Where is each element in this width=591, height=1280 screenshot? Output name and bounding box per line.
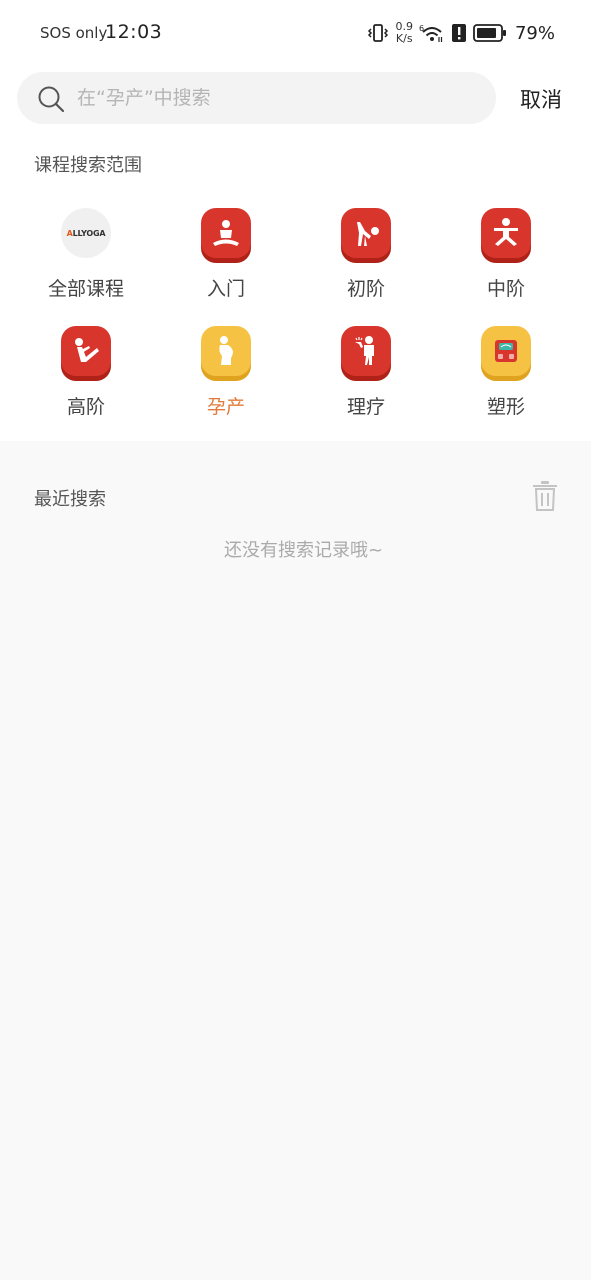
scope-title: 课程搜索范围 <box>34 155 142 176</box>
cancel-button[interactable]: 取消 <box>520 84 562 114</box>
alert-icon <box>451 23 467 43</box>
category-beginner[interactable]: 入门 <box>156 205 296 309</box>
category-therapy[interactable]: 理疗 <box>296 323 436 427</box>
wifi-icon: 6 <box>419 22 445 44</box>
stretch-pose-icon <box>341 208 391 258</box>
empty-history-text: 还没有搜索记录哦~ <box>223 540 384 561</box>
status-bar: SOS only 12:03 0.9 K/s 6 79% <box>0 0 591 66</box>
boat-pose-icon <box>61 326 111 376</box>
category-label: 入门 <box>206 278 245 300</box>
category-shaping[interactable]: 塑形 <box>436 323 576 427</box>
category-label: 理疗 <box>346 396 385 418</box>
category-elementary[interactable]: 初阶 <box>296 205 436 309</box>
clock-time: 12:03 <box>105 21 163 43</box>
category-label: 初阶 <box>346 278 385 300</box>
speed-unit: K/s <box>395 32 413 45</box>
battery-percent: 79% <box>514 22 555 44</box>
trash-icon[interactable] <box>531 480 559 512</box>
category-intermediate[interactable]: 中阶 <box>436 205 576 309</box>
category-grid: A LLYOGA 全部课程 入门 初阶 中阶 高阶 孕产 理疗 塑形 <box>16 205 575 427</box>
category-pregnancy[interactable]: 孕产 <box>156 323 296 427</box>
search-box[interactable] <box>17 72 496 124</box>
category-all-courses[interactable]: A LLYOGA 全部课程 <box>16 205 156 309</box>
category-label: 全部课程 <box>47 278 124 300</box>
vibrate-icon <box>367 22 389 44</box>
recent-searches-title: 最近搜索 <box>34 489 106 510</box>
category-label: 塑形 <box>486 396 525 418</box>
search-icon <box>37 85 65 117</box>
category-advanced[interactable]: 高阶 <box>16 323 156 427</box>
search-input[interactable] <box>77 72 477 124</box>
meditation-icon <box>201 208 251 258</box>
allyoga-logo-icon: A LLYOGA <box>61 208 111 258</box>
weight-scale-icon <box>481 326 531 376</box>
status-icons: 0.9 K/s 6 79% <box>367 18 555 48</box>
network-speed: 0.9 K/s <box>395 21 413 45</box>
pregnant-woman-icon <box>201 326 251 376</box>
standing-pose-icon <box>481 208 531 258</box>
category-label: 孕产 <box>206 396 245 418</box>
category-label: 高阶 <box>66 396 105 418</box>
battery-icon <box>473 24 507 42</box>
carrier-text: SOS only <box>40 24 108 42</box>
therapy-icon <box>341 326 391 376</box>
category-label: 中阶 <box>486 278 525 300</box>
